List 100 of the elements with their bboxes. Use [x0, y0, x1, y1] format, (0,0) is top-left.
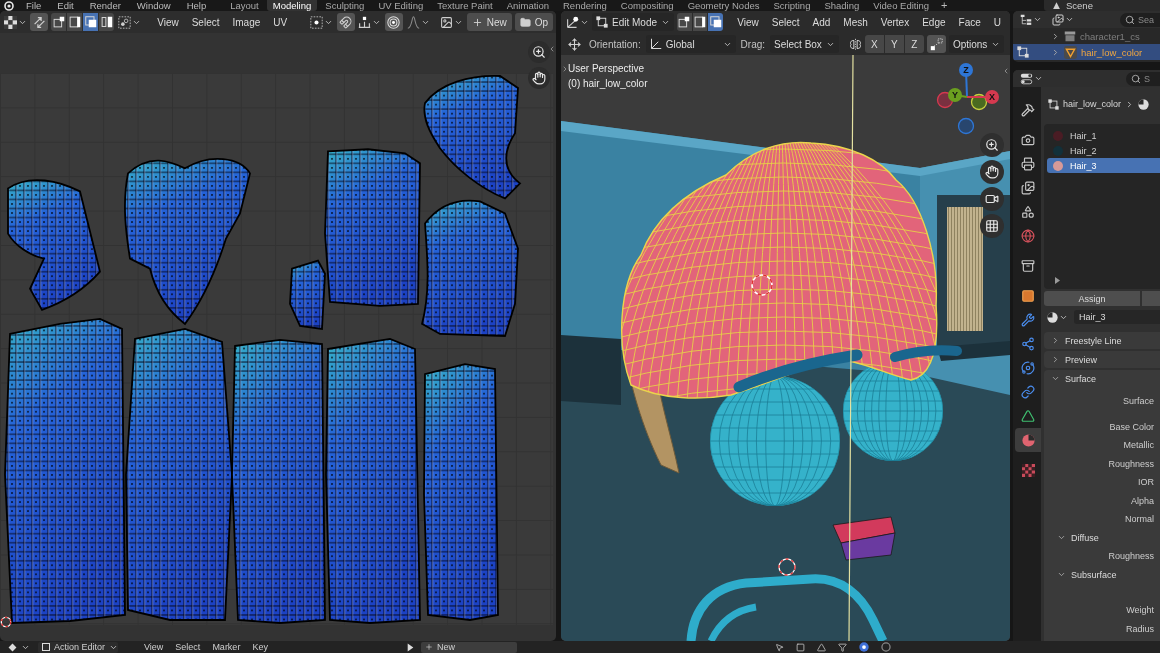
menu-item[interactable]: Edit: [57, 0, 74, 11]
menu-item[interactable]: Select: [186, 13, 225, 31]
select-mode-button[interactable]: [99, 13, 115, 31]
pivot-dropdown[interactable]: [309, 13, 334, 31]
menu-item[interactable]: View: [152, 13, 184, 31]
workspace-tab[interactable]: Modeling: [266, 0, 318, 11]
orientation-dropdown[interactable]: Global: [645, 35, 736, 53]
material-slot[interactable]: Hair_3: [1047, 158, 1160, 173]
menu-item[interactable]: U: [988, 13, 1006, 31]
falloff-dropdown[interactable]: [405, 13, 431, 31]
properties-tab[interactable]: [1015, 428, 1041, 452]
mirror-axis-button[interactable]: X: [864, 35, 884, 53]
nodes-icon: [1021, 337, 1035, 351]
menu-item[interactable]: Image: [227, 13, 266, 31]
globe-icon: [1021, 229, 1035, 243]
editor-type-button[interactable]: [3, 13, 28, 31]
small-triangle-icon: [1055, 277, 1060, 284]
axis-button[interactable]: X: [966, 90, 999, 104]
scene-selector[interactable]: Scene: [1044, 0, 1160, 11]
proportional-edit-toggle[interactable]: [384, 13, 403, 31]
menu-item[interactable]: Key: [248, 641, 272, 653]
select-mode-button[interactable]: [708, 13, 724, 31]
hand-icon: [532, 71, 546, 85]
menu-item[interactable]: Vertex: [875, 13, 915, 31]
workspace-tab[interactable]: Shading: [818, 0, 866, 11]
menu-item[interactable]: Window: [136, 0, 171, 11]
panel-header[interactable]: Preview: [1044, 351, 1160, 368]
workspace-tab[interactable]: Scripting: [767, 0, 817, 11]
drag-dropdown[interactable]: Select Box: [770, 35, 839, 53]
axis-gizmo-icon: [565, 15, 579, 29]
new-image-button[interactable]: New: [466, 13, 512, 31]
select-mode-button[interactable]: [692, 13, 708, 31]
negative-axis-button[interactable]: [970, 93, 988, 111]
options-dropdown[interactable]: Options: [948, 35, 1005, 53]
menu-item[interactable]: Marker: [208, 641, 245, 653]
search-field[interactable]: S: [1126, 71, 1160, 86]
zoom-icon: [532, 45, 546, 59]
new-action-button[interactable]: New: [420, 641, 517, 653]
workspace-tab[interactable]: Layout: [224, 0, 265, 11]
select-mode-button[interactable]: [677, 13, 692, 31]
square-vertices-icon: [596, 16, 608, 28]
menu-item[interactable]: UV: [268, 13, 293, 31]
material-slot[interactable]: Hair_2: [1047, 143, 1160, 158]
camera-icon: [1021, 133, 1035, 147]
sidebar-toggle-icon: [548, 45, 556, 53]
ruler-ticks-icon: [358, 15, 372, 29]
pie-icon: [1138, 98, 1150, 110]
workspace-tab[interactable]: Texture Paint: [431, 0, 499, 11]
mirror-axis-button[interactable]: Y: [884, 35, 904, 53]
subpanel-header[interactable]: Subsurface: [1044, 565, 1160, 584]
panel-header[interactable]: Freestyle Line: [1044, 332, 1160, 349]
mirror-axis-button[interactable]: Z: [904, 35, 924, 53]
select-mode-button[interactable]: [51, 13, 67, 31]
transform-button[interactable]: [565, 35, 584, 53]
snap-toggle[interactable]: [336, 13, 355, 31]
menu-item[interactable]: Add: [807, 13, 836, 31]
menu-item[interactable]: View: [140, 641, 168, 653]
dotted-square-icon: [309, 15, 323, 29]
workspace-tab[interactable]: Compositing: [614, 0, 680, 11]
panel-header[interactable]: Surface: [1044, 370, 1160, 387]
menu-item[interactable]: Select: [766, 13, 805, 31]
zoom-button[interactable]: [528, 41, 550, 63]
select-mode-button[interactable]: [67, 13, 83, 31]
workspace-tab[interactable]: Video Editing: [867, 0, 936, 11]
menu-item[interactable]: Mesh: [838, 13, 873, 31]
magnet-icon: [339, 15, 353, 29]
menu-item[interactable]: Edge: [917, 13, 951, 31]
menu-item[interactable]: Select: [171, 641, 205, 653]
uv-sync-button[interactable]: [30, 13, 49, 31]
property-label: Roughness: [1107, 550, 1155, 564]
search-field[interactable]: Sea: [1120, 12, 1160, 27]
sticky-mode-dropdown[interactable]: [117, 13, 142, 31]
face-select-icon: [84, 16, 97, 28]
dashed-ring-icon: [0, 616, 12, 628]
pan-button[interactable]: [528, 67, 550, 89]
hammer-icon: [1021, 103, 1035, 117]
mode-dropdown[interactable]: Action Editor: [38, 641, 118, 653]
auto-merge-toggle[interactable]: [926, 35, 946, 53]
subpanel-header[interactable]: Diffuse: [1044, 528, 1160, 547]
workspace-tab[interactable]: Sculpting: [319, 0, 371, 11]
menu-item[interactable]: File: [26, 0, 42, 11]
mode-dropdown[interactable]: Edit Mode: [592, 13, 674, 31]
outliner-row[interactable]: hair_low_color: [1013, 44, 1160, 60]
menu-item[interactable]: View: [732, 13, 764, 31]
material-name-field[interactable]: Hair_3: [1074, 310, 1160, 324]
select-mode-button[interactable]: [83, 13, 99, 31]
menu-item[interactable]: Face: [953, 13, 986, 31]
mirror-icon: [848, 37, 862, 51]
app-logo-icon: [4, 0, 14, 11]
menu-item[interactable]: Render: [89, 0, 121, 11]
menu-item[interactable]: Help: [186, 0, 207, 11]
workspace-tab[interactable]: UV Editing: [372, 0, 430, 11]
assign-button[interactable]: Assign: [1044, 291, 1140, 306]
zoom-icon: [985, 138, 999, 152]
add-workspace-button[interactable]: +: [935, 0, 954, 11]
workspace-tab[interactable]: Rendering: [557, 0, 613, 11]
open-image-button[interactable]: Op: [514, 13, 554, 31]
workspace-tab[interactable]: Geometry Nodes: [681, 0, 766, 11]
workspace-tab[interactable]: Animation: [500, 0, 555, 11]
material-slot[interactable]: Hair_1: [1047, 128, 1160, 143]
